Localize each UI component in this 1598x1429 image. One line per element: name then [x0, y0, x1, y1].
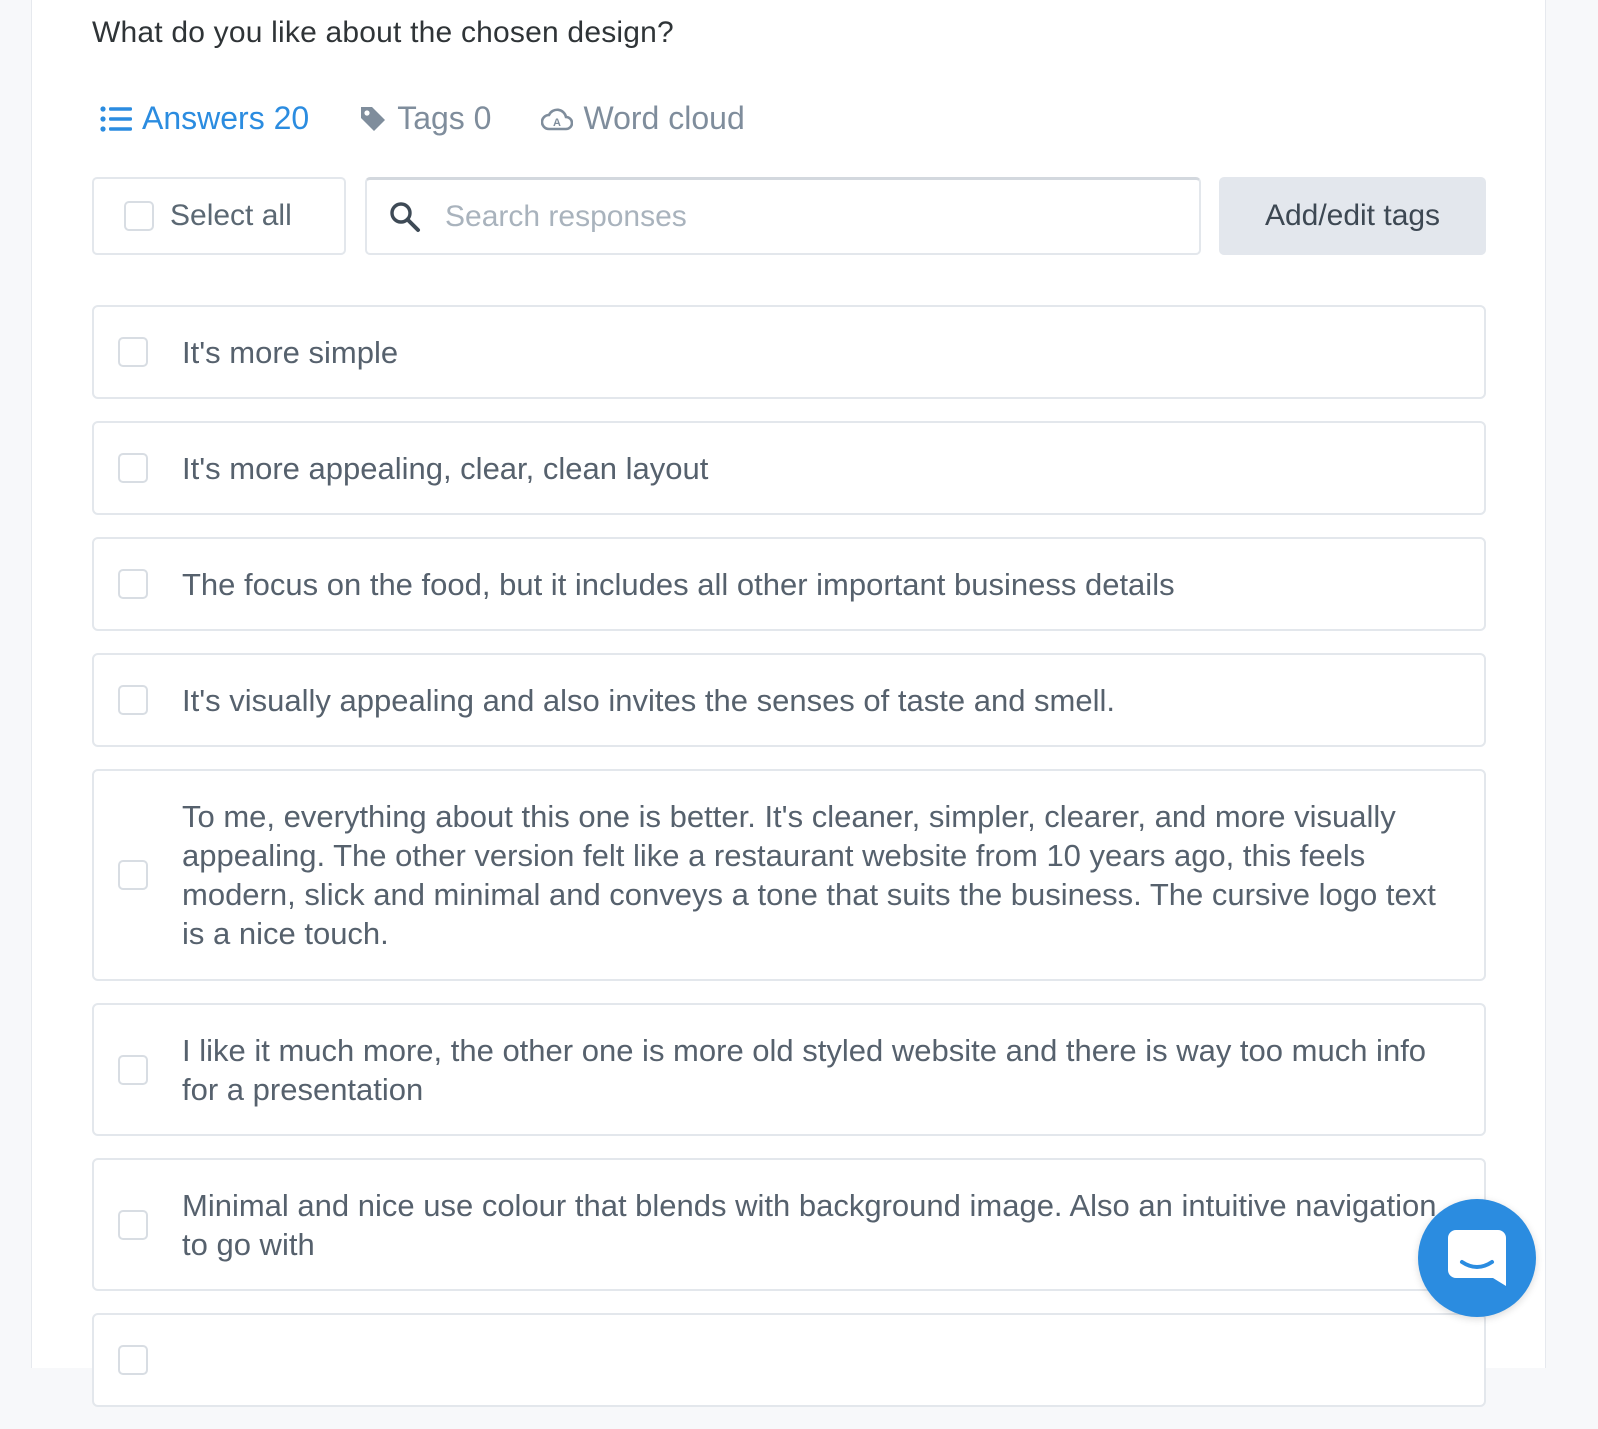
tab-word-cloud-label: Word cloud [583, 100, 745, 136]
answer-text: It's more appealing, clear, clean layout [182, 450, 709, 486]
add-edit-tags-button[interactable]: Add/edit tags [1219, 177, 1486, 255]
search-icon [390, 201, 420, 232]
search-box [365, 177, 1201, 255]
answer-item: It's more simple [92, 305, 1486, 399]
answer-checkbox[interactable] [118, 337, 148, 367]
select-all-checkbox[interactable] [124, 201, 154, 231]
result-tabs: Answers 20 Tags 0 A Word cloud [100, 100, 795, 137]
tag-icon [361, 106, 386, 131]
answer-item: To me, everything about this one is bett… [92, 769, 1486, 981]
select-all-label: Select all [170, 199, 292, 232]
question-title: What do you like about the chosen design… [92, 16, 674, 49]
select-all-button[interactable]: Select all [92, 177, 346, 255]
answer-item: It's visually appealing and also invites… [92, 653, 1486, 747]
answer-checkbox[interactable] [118, 1345, 148, 1375]
answer-item: The focus on the food, but it includes a… [92, 537, 1486, 631]
answer-checkbox[interactable] [118, 453, 148, 483]
answer-text: It's visually appealing and also invites… [182, 682, 1115, 718]
list-icon [100, 105, 132, 132]
answer-item: Minimal and nice use colour that blends … [92, 1158, 1486, 1291]
answer-text: To me, everything about this one is bett… [182, 799, 1436, 951]
answer-text: It's more simple [182, 334, 399, 370]
chat-launcher-button[interactable] [1418, 1199, 1536, 1317]
answer-checkbox[interactable] [118, 860, 148, 890]
answer-checkbox[interactable] [118, 1209, 148, 1240]
question-card: What do you like about the chosen design… [31, 0, 1546, 1407]
answer-checkbox[interactable] [118, 1054, 148, 1085]
answer-item [92, 1313, 1486, 1407]
answer-item: I like it much more, the other one is mo… [92, 1003, 1486, 1136]
answers-list: It's more simple It's more appealing, cl… [92, 305, 1486, 1429]
answer-text: I like it much more, the other one is mo… [182, 1032, 1427, 1107]
cloud-icon: A [541, 108, 574, 130]
answer-text: Minimal and nice use colour that blends … [182, 1187, 1437, 1262]
svg-text:A: A [553, 117, 561, 129]
tab-tags-label: Tags 0 [397, 100, 492, 136]
tab-answers[interactable]: Answers 20 [100, 100, 309, 137]
answer-checkbox[interactable] [118, 685, 148, 715]
tab-tags[interactable]: Tags 0 [359, 100, 491, 137]
answer-item: It's more appealing, clear, clean layout [92, 421, 1486, 515]
answer-text: The focus on the food, but it includes a… [182, 566, 1175, 602]
chat-icon [1448, 1230, 1506, 1286]
tab-word-cloud[interactable]: A Word cloud [541, 100, 745, 137]
answers-toolbar: Select all Add/edit tags [92, 177, 1486, 255]
search-input[interactable] [443, 198, 1147, 235]
answer-checkbox[interactable] [118, 569, 148, 599]
tab-answers-label: Answers 20 [142, 100, 310, 136]
